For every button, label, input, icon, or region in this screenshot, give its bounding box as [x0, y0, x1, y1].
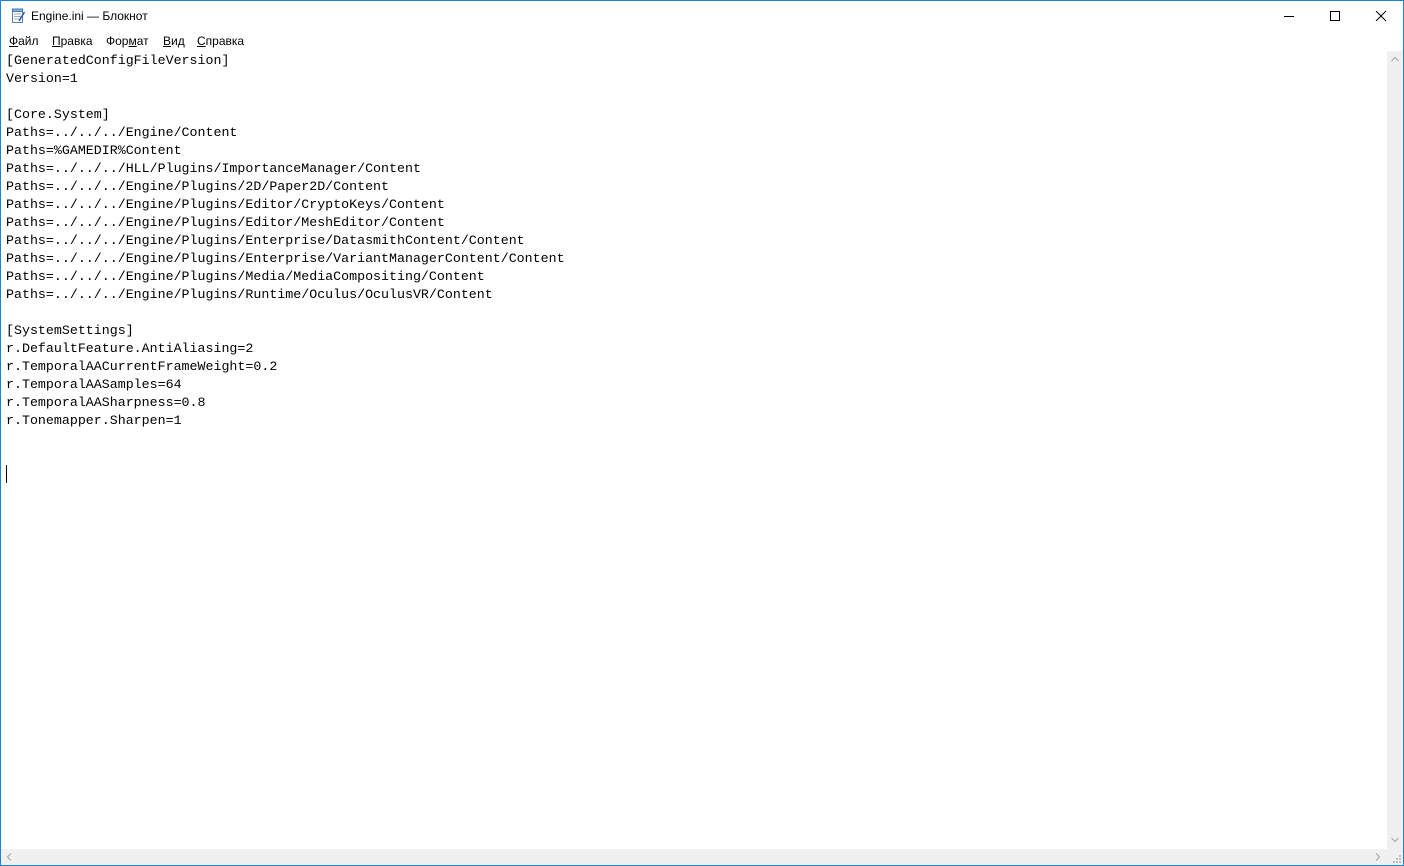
editor-line: r.Tonemapper.Sharpen=1: [6, 413, 182, 428]
menu-view-rest: ид: [171, 34, 185, 48]
vertical-scrollbar[interactable]: [1387, 51, 1403, 849]
scroll-down-button[interactable]: [1387, 832, 1403, 849]
scroll-up-arrow-icon: [1391, 56, 1399, 62]
resize-grip-icon: [1393, 855, 1401, 863]
scroll-left-arrow-icon: [6, 853, 12, 861]
horizontal-scrollbar[interactable]: [1, 849, 1387, 865]
editor-line: [SystemSettings]: [6, 323, 134, 338]
scroll-up-button[interactable]: [1387, 51, 1403, 68]
text-editor[interactable]: [GeneratedConfigFileVersion] Version=1 […: [1, 51, 1387, 849]
menu-format-accelerator: м: [128, 34, 137, 48]
editor-line: Paths=%GAMEDIR%Content: [6, 143, 182, 158]
menu-help[interactable]: Справка: [197, 34, 244, 48]
editor-line: r.DefaultFeature.AntiAliasing=2: [6, 341, 254, 356]
editor-line: r.TemporalAACurrentFrameWeight=0.2: [6, 359, 278, 374]
menu-file-accelerator: Ф: [9, 34, 19, 48]
text-caret: [6, 465, 7, 483]
maximize-button[interactable]: [1312, 1, 1358, 31]
notepad-window: Engine.ini — Блокнот Файл Правка Формат …: [0, 0, 1404, 866]
resize-grip[interactable]: [1387, 849, 1403, 865]
menu-edit-rest: равка: [60, 34, 93, 48]
editor-text[interactable]: [GeneratedConfigFileVersion] Version=1 […: [6, 52, 565, 466]
editor-line: Paths=../../../Engine/Plugins/Editor/Mes…: [6, 215, 445, 230]
editor-line: [Core.System]: [6, 107, 110, 122]
scroll-right-button[interactable]: [1370, 849, 1387, 865]
editor-line: Paths=../../../Engine/Plugins/Runtime/Oc…: [6, 287, 493, 302]
scroll-right-arrow-icon: [1375, 853, 1381, 861]
close-icon: [1375, 10, 1387, 22]
editor-line: r.TemporalAASharpness=0.8: [6, 395, 206, 410]
maximize-icon: [1330, 11, 1340, 21]
editor-line: Paths=../../../Engine/Plugins/Media/Medi…: [6, 269, 485, 284]
scroll-down-arrow-icon: [1391, 837, 1399, 843]
menu-format-prefix: Фор: [106, 34, 129, 48]
menu-help-accelerator: С: [197, 34, 206, 48]
minimize-button[interactable]: [1266, 1, 1312, 31]
editor-line: Version=1: [6, 71, 78, 86]
menu-help-rest: правка: [205, 34, 245, 48]
menu-format[interactable]: Формат: [106, 34, 149, 48]
menu-file[interactable]: Файл: [9, 34, 39, 48]
menu-bar: Файл Правка Формат Вид Справка: [1, 32, 1403, 51]
editor-line: Paths=../../../Engine/Plugins/Editor/Cry…: [6, 197, 445, 212]
menu-edit[interactable]: Правка: [52, 34, 93, 48]
menu-format-rest: ат: [136, 34, 149, 48]
editor-line: Paths=../../../Engine/Content: [6, 125, 238, 140]
editor-line: Paths=../../../HLL/Plugins/ImportanceMan…: [6, 161, 421, 176]
menu-view[interactable]: Вид: [163, 34, 185, 48]
title-bar[interactable]: Engine.ini — Блокнот: [1, 1, 1403, 31]
menu-view-accelerator: В: [163, 34, 172, 48]
editor-line: Paths=../../../Engine/Plugins/Enterprise…: [6, 233, 525, 248]
editor-line: Paths=../../../Engine/Plugins/2D/Paper2D…: [6, 179, 390, 194]
minimize-icon: [1284, 16, 1294, 17]
editor-line: r.TemporalAASamples=64: [6, 377, 182, 392]
menu-file-rest: айл: [18, 34, 39, 48]
scroll-left-button[interactable]: [1, 849, 18, 865]
close-button[interactable]: [1358, 1, 1403, 31]
editor-line: [GeneratedConfigFileVersion]: [6, 53, 230, 68]
menu-edit-accelerator: П: [52, 34, 61, 48]
editor-line: Paths=../../../Engine/Plugins/Enterprise…: [6, 251, 565, 266]
notepad-icon: [10, 8, 26, 24]
window-title: Engine.ini — Блокнот: [31, 9, 148, 23]
